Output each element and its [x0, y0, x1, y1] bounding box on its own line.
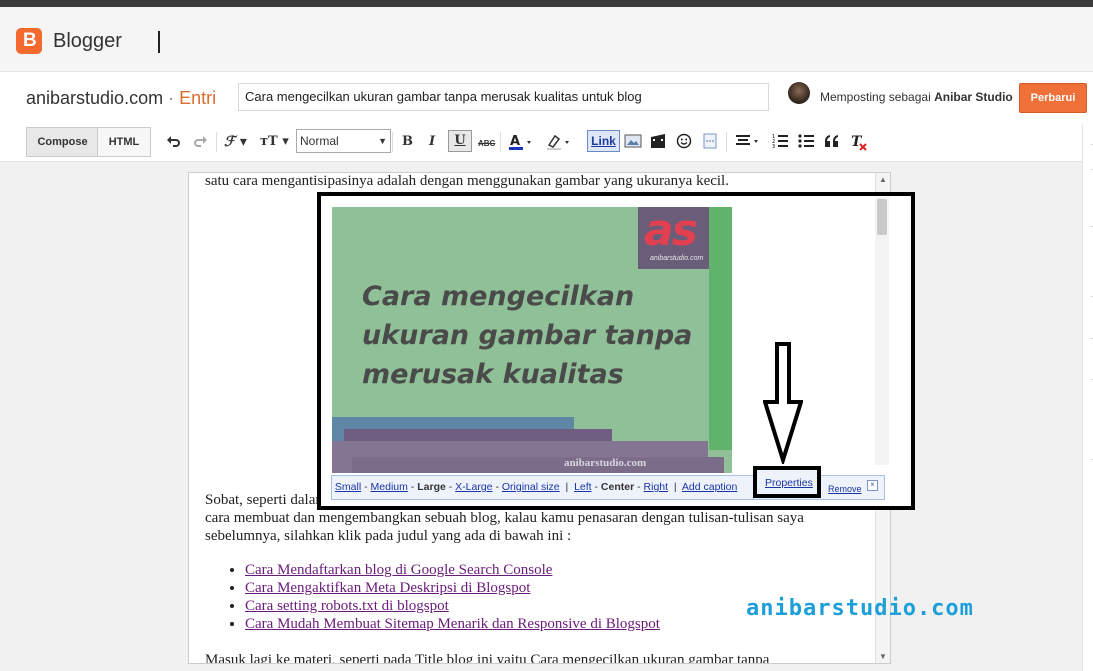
quote-icon[interactable] [824, 133, 840, 153]
size-xlarge-link[interactable]: X-Large [455, 481, 492, 493]
divider [158, 31, 160, 53]
size-small-link[interactable]: Small [335, 481, 361, 493]
scroll-up-icon[interactable]: ▲ [879, 175, 887, 184]
underline-button[interactable]: U [448, 130, 472, 152]
post-title-input[interactable]: Cara mengecilkan ukuran gambar tanpa mer… [238, 83, 769, 111]
mode-label: Entri [179, 88, 217, 108]
properties-link[interactable]: Properties [765, 477, 813, 489]
right-sidebar [1082, 124, 1093, 671]
jump-break-icon[interactable] [702, 133, 718, 153]
svg-text:3: 3 [772, 144, 775, 149]
strikethrough-button[interactable]: ABC [478, 135, 495, 153]
avatar[interactable] [788, 82, 810, 104]
related-link[interactable]: Cara Mudah Membuat Sitemap Menarik dan R… [245, 616, 660, 632]
properties-highlight: Properties [753, 466, 821, 498]
remove-formatting-icon[interactable]: T [850, 133, 868, 155]
svg-text:A: A [510, 134, 520, 149]
bold-button[interactable]: B [402, 133, 413, 151]
font-family-icon[interactable]: ℱ ▾ [224, 133, 247, 151]
redo-icon[interactable] [192, 133, 208, 153]
related-link[interactable]: Cara setting robots.txt di blogspot [245, 598, 449, 614]
image-headline: Cara mengecilkan ukuran gambar tanpa mer… [362, 277, 692, 394]
insert-video-icon[interactable] [650, 133, 666, 153]
align-left-link[interactable]: Left [574, 481, 592, 493]
brand-watermark: anibarstudio.com [746, 596, 974, 621]
divider [392, 132, 393, 152]
divider [726, 132, 727, 152]
html-button[interactable]: HTML [97, 127, 151, 157]
related-links-list: Cara Mendaftarkan blog di Google Search … [229, 561, 660, 633]
body-paragraph: Masuk lagi ke materi, seperti pada Title… [205, 652, 770, 664]
scrollbar-thumb[interactable] [877, 199, 887, 235]
editor-toolbar: Compose HTML ℱ ▾ тT ▾ Normal ▼ B I U ABC… [0, 124, 1093, 162]
site-logo: as anibarstudio.com [638, 207, 709, 269]
app-name: Blogger [53, 30, 122, 52]
related-link[interactable]: Cara Mendaftarkan blog di Google Search … [245, 562, 552, 578]
undo-icon[interactable] [166, 133, 182, 153]
logo-subtext: anibarstudio.com [650, 255, 704, 262]
format-value: Normal [300, 134, 339, 148]
image-highlight-frame: as anibarstudio.com Cara mengecilkan uku… [317, 192, 915, 510]
italic-button[interactable]: I [429, 133, 435, 151]
insert-image-icon[interactable] [624, 133, 642, 153]
app-bar: B Blogger [0, 7, 1093, 72]
headline-line: Cara mengecilkan [362, 281, 635, 312]
blog-breadcrumb: anibarstudio.com · Entri [26, 88, 216, 109]
scroll-down-icon[interactable]: ▼ [879, 652, 887, 661]
image-accent-bar [709, 207, 732, 450]
logo-text: as [644, 207, 698, 256]
add-caption-link[interactable]: Add caption [682, 481, 737, 493]
related-link[interactable]: Cara Mengaktifkan Meta Deskripsi di Blog… [245, 580, 530, 596]
top-strip [0, 0, 1093, 7]
post-header: anibarstudio.com · Entri Cara mengecilka… [0, 72, 1093, 125]
breadcrumb-separator: · [168, 88, 175, 108]
list-item: Cara Mengaktifkan Meta Deskripsi di Blog… [245, 579, 660, 597]
link-button[interactable]: Link [587, 130, 620, 152]
list-item: Cara Mudah Membuat Sitemap Menarik dan R… [245, 615, 660, 633]
headline-line: ukuran gambar tanpa [362, 320, 693, 351]
emoji-icon[interactable] [676, 133, 692, 153]
align-center-label[interactable]: Center [601, 481, 634, 493]
size-medium-link[interactable]: Medium [371, 481, 408, 493]
size-large-label[interactable]: Large [417, 481, 446, 493]
align-right-link[interactable]: Right [644, 481, 669, 493]
divider [500, 132, 501, 152]
image-watermark: anibarstudio.com [564, 457, 647, 469]
numbered-list-icon[interactable]: 123 [772, 133, 790, 153]
posting-as: Memposting sebagai Anibar Studio [820, 90, 1013, 104]
paragraph-format-select[interactable]: Normal ▼ [296, 129, 391, 153]
update-button[interactable]: Perbarui [1019, 83, 1087, 113]
posting-as-prefix: Memposting sebagai [820, 90, 931, 104]
compose-button[interactable]: Compose [26, 127, 99, 157]
list-item: Cara Mendaftarkan blog di Google Search … [245, 561, 660, 579]
list-item: Cara setting robots.txt di blogspot [245, 597, 660, 615]
headline-line: merusak kualitas [362, 359, 624, 390]
remove-image-link[interactable]: Remove [828, 484, 862, 494]
bulleted-list-icon[interactable] [798, 133, 816, 153]
divider [216, 132, 217, 152]
align-icon[interactable] [734, 133, 764, 153]
image-stripe [352, 457, 724, 473]
blogger-logo-icon[interactable]: B [16, 28, 42, 54]
chevron-down-icon: ▼ [378, 136, 387, 146]
size-original-link[interactable]: Original size [502, 481, 560, 493]
body-text-line: satu cara mengantisipasinya adalah denga… [205, 173, 729, 189]
post-image[interactable]: as anibarstudio.com Cara mengecilkan uku… [332, 207, 732, 473]
posting-as-user: Anibar Studio [934, 90, 1013, 104]
font-size-icon[interactable]: тT ▾ [260, 133, 289, 151]
text-color-icon[interactable]: A [508, 133, 538, 155]
arrow-down-icon [763, 342, 803, 464]
close-icon[interactable]: × [867, 480, 878, 491]
blog-name[interactable]: anibarstudio.com [26, 88, 163, 108]
scrollbar[interactable] [875, 197, 889, 465]
highlight-color-icon[interactable] [546, 133, 576, 155]
